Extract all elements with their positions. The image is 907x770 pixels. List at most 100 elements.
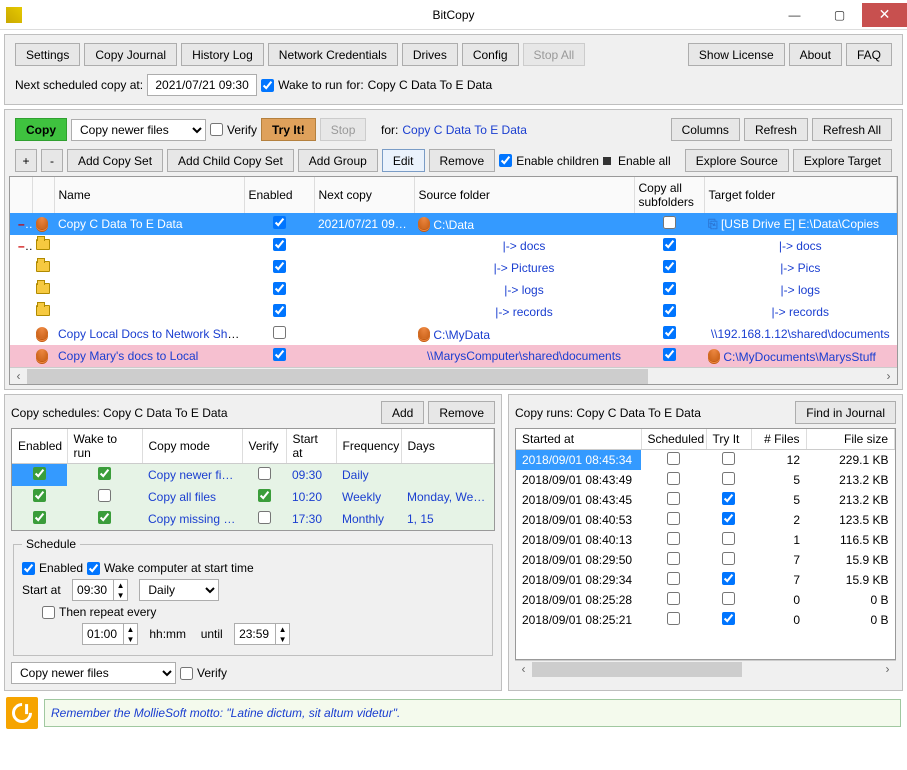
copy-mode-select[interactable]: Copy newer files	[71, 119, 206, 141]
run-row[interactable]: 2018/09/01 08:25:28 0 0 B	[516, 590, 895, 610]
history-button[interactable]: History Log	[181, 43, 264, 66]
sched-row[interactable]: Copy newer files 09:30 Daily	[12, 464, 494, 487]
col-tgt[interactable]: Target folder	[704, 177, 897, 213]
row-copyall[interactable]	[663, 238, 676, 251]
run-row[interactable]: 2018/09/01 08:29:50 7 15.9 KB	[516, 550, 895, 570]
row-copyall[interactable]	[663, 260, 676, 273]
addset-button[interactable]: Add Copy Set	[67, 149, 163, 172]
faq-button[interactable]: FAQ	[846, 43, 892, 66]
row-copyall[interactable]	[663, 348, 676, 361]
enablechildren-label[interactable]: Enable children	[499, 154, 599, 168]
collapse-icon[interactable]: –	[14, 239, 29, 253]
explore-source-button[interactable]: Explore Source	[685, 149, 789, 172]
journal-button[interactable]: Copy Journal	[84, 43, 177, 66]
columns-button[interactable]: Columns	[671, 118, 740, 141]
repeat-check[interactable]: Then repeat every	[42, 605, 156, 619]
tree-row[interactable]: |-> records |-> records	[10, 301, 897, 323]
col-name[interactable]: Name	[54, 177, 244, 213]
enablechildren-checkbox[interactable]	[499, 154, 512, 167]
remove-button[interactable]: Remove	[429, 149, 496, 172]
tree-row[interactable]: Copy Mary's docs to Local \\MarysCompute…	[10, 345, 897, 367]
drives-button[interactable]: Drives	[402, 43, 458, 66]
verify-checkbox[interactable]	[210, 123, 223, 136]
col-copyall[interactable]: Copy allsubfolders	[634, 177, 704, 213]
row-copyall[interactable]	[663, 304, 676, 317]
close-button[interactable]: ✕	[862, 3, 907, 27]
row-enabled[interactable]	[273, 326, 286, 339]
row-copyall[interactable]	[663, 282, 676, 295]
row-copyall[interactable]	[663, 216, 676, 229]
scroll-right-icon[interactable]: ›	[880, 369, 897, 383]
tree-row[interactable]: |-> Pictures |-> Pics	[10, 257, 897, 279]
run-row[interactable]: 2018/09/01 08:25:21 0 0 B	[516, 610, 895, 630]
sched-row[interactable]: Copy all files 10:20 Weekly Monday, Wedn…	[12, 486, 494, 508]
settings-button[interactable]: Settings	[15, 43, 80, 66]
stopall-button[interactable]: Stop All	[523, 43, 586, 66]
wake-checkbox-label[interactable]: Wake to run	[261, 78, 342, 92]
col-nextcopy[interactable]: Next copy	[314, 177, 414, 213]
runs-hscrollbar[interactable]: ‹ ›	[515, 660, 896, 677]
tree-row[interactable]: Copy Local Docs to Network Share C:\MyDa…	[10, 323, 897, 345]
sched-add-button[interactable]: Add	[381, 401, 424, 424]
scroll-right-icon[interactable]: ›	[879, 662, 896, 676]
copy-button[interactable]: Copy	[15, 118, 67, 141]
row-enabled[interactable]	[273, 304, 286, 317]
repeat-val[interactable]: ▲▼	[82, 623, 138, 645]
explore-target-button[interactable]: Explore Target	[793, 149, 892, 172]
sched-remove-button[interactable]: Remove	[428, 401, 495, 424]
run-row[interactable]: 2018/09/01 08:40:13 1 116.5 KB	[516, 530, 895, 550]
until-val[interactable]: ▲▼	[234, 623, 290, 645]
config-button[interactable]: Config	[462, 43, 519, 66]
col-enabled[interactable]: Enabled	[244, 177, 314, 213]
freq-select[interactable]: Daily	[139, 579, 219, 601]
expand-button[interactable]: +	[15, 149, 37, 172]
addgroup-button[interactable]: Add Group	[298, 149, 378, 172]
col-src[interactable]: Source folder	[414, 177, 634, 213]
license-button[interactable]: Show License	[688, 43, 785, 66]
sched-grid[interactable]: Enabled Wake to run Copy mode Verify Sta…	[11, 428, 495, 531]
run-row[interactable]: 2018/09/01 08:45:34 12 229.1 KB	[516, 450, 895, 471]
tree-row[interactable]: |-> logs |-> logs	[10, 279, 897, 301]
startat-spinner[interactable]: ▲▼	[72, 579, 128, 601]
stop-button[interactable]: Stop	[320, 118, 367, 141]
refreshall-button[interactable]: Refresh All	[812, 118, 892, 141]
wake-checkbox[interactable]	[261, 79, 274, 92]
tree-hscrollbar[interactable]: ‹ ›	[10, 367, 897, 384]
run-row[interactable]: 2018/09/01 08:43:49 5 213.2 KB	[516, 470, 895, 490]
collapse-button[interactable]: -	[41, 149, 63, 172]
form-wake[interactable]: Wake computer at start time	[87, 561, 254, 575]
row-enabled[interactable]	[273, 348, 286, 361]
run-row[interactable]: 2018/09/01 08:43:45 5 213.2 KB	[516, 490, 895, 510]
tree-row[interactable]: – |-> docs |-> docs	[10, 235, 897, 257]
tryit-button[interactable]: Try It!	[261, 118, 316, 141]
row-enabled[interactable]	[273, 238, 286, 251]
scroll-left-icon[interactable]: ‹	[10, 369, 27, 383]
runs-grid[interactable]: Started at Scheduled Try It # Files File…	[515, 428, 896, 660]
scroll-left-icon[interactable]: ‹	[515, 662, 532, 676]
form-enabled[interactable]: Enabled	[22, 561, 83, 575]
run-row[interactable]: 2018/09/01 08:29:34 7 15.9 KB	[516, 570, 895, 590]
minimize-button[interactable]: —	[772, 3, 817, 27]
row-enabled[interactable]	[273, 216, 286, 229]
row-enabled[interactable]	[273, 282, 286, 295]
collapse-icon[interactable]: –	[14, 217, 29, 231]
find-journal-button[interactable]: Find in Journal	[795, 401, 896, 424]
tree-row[interactable]: – Copy C Data To E Data 2021/07/21 09:30…	[10, 213, 897, 235]
form-mode-select[interactable]: Copy newer files	[11, 662, 176, 684]
edit-button[interactable]: Edit	[382, 149, 425, 172]
verify-label[interactable]: Verify	[210, 123, 257, 137]
addchild-button[interactable]: Add Child Copy Set	[167, 149, 294, 172]
sched-row[interactable]: Copy missing files 17:30 Monthly 1, 15	[12, 508, 494, 530]
run-row[interactable]: 2018/09/01 08:40:53 2 123.5 KB	[516, 510, 895, 530]
row-copyall[interactable]	[663, 326, 676, 339]
maximize-button[interactable]: ▢	[817, 3, 862, 27]
copy-set-grid[interactable]: Name Enabled Next copy Source folder Cop…	[9, 176, 898, 385]
netcred-button[interactable]: Network Credentials	[268, 43, 398, 66]
power-icon[interactable]	[6, 697, 38, 729]
form-verify[interactable]: Verify	[180, 666, 227, 680]
enableall-label[interactable]: Enable all	[603, 154, 671, 168]
row-enabled[interactable]	[273, 260, 286, 273]
about-button[interactable]: About	[789, 43, 842, 66]
refresh-button[interactable]: Refresh	[744, 118, 808, 141]
copy-target-link[interactable]: Copy C Data To E Data	[402, 123, 527, 137]
